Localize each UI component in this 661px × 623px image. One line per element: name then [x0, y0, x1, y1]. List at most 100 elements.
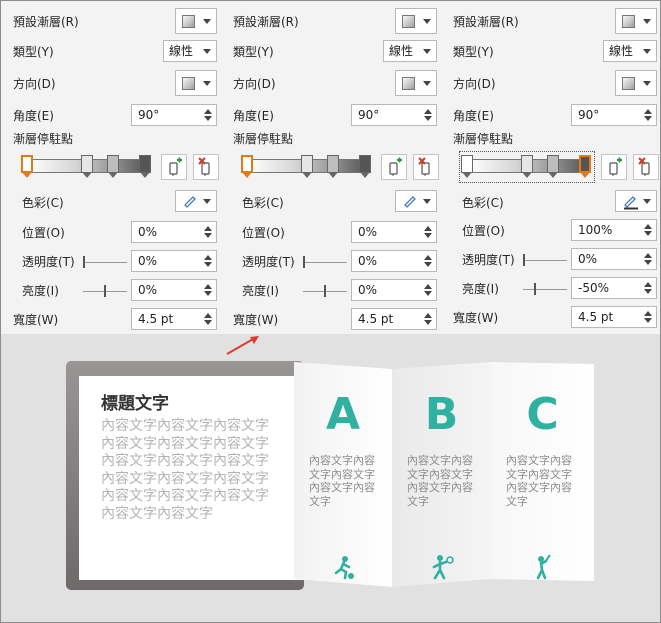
gradient-stop-1[interactable]: [461, 155, 473, 179]
gradient-stop-1[interactable]: [241, 155, 253, 179]
add-gradient-stop-button[interactable]: [601, 154, 627, 180]
slider-thumb[interactable]: [303, 256, 305, 268]
add-gradient-stop-button[interactable]: [381, 154, 407, 180]
color-picker-button[interactable]: [395, 190, 437, 212]
slider-thumb[interactable]: [104, 285, 106, 297]
type-select[interactable]: 線性: [383, 40, 437, 62]
spin-down-icon[interactable]: [204, 320, 212, 325]
direction-button[interactable]: [175, 70, 217, 96]
spin-up-icon[interactable]: [644, 253, 652, 258]
angle-input[interactable]: 90°: [351, 104, 437, 126]
color-picker-button[interactable]: [175, 190, 217, 212]
brightness-input[interactable]: 0%: [131, 279, 217, 301]
spin-up-icon[interactable]: [204, 109, 212, 114]
brightness-slider[interactable]: [303, 285, 347, 297]
spin-down-icon[interactable]: [644, 260, 652, 265]
spin-up-icon[interactable]: [204, 255, 212, 260]
width-input[interactable]: 4.5 pt: [571, 306, 657, 328]
direction-swatch-icon: [182, 76, 195, 90]
slider-thumb[interactable]: [324, 285, 326, 297]
gradient-stop-3[interactable]: [107, 155, 119, 179]
gradient-stops-track[interactable]: [21, 153, 153, 181]
spin-down-icon[interactable]: [644, 231, 652, 236]
spin-up-icon[interactable]: [424, 109, 432, 114]
angle-input[interactable]: 90°: [131, 104, 217, 126]
spin-up-icon[interactable]: [424, 226, 432, 231]
preset-gradient-button[interactable]: [175, 8, 217, 34]
spin-up-icon[interactable]: [644, 224, 652, 229]
gradient-stops-track[interactable]: [241, 153, 373, 181]
spin-up-icon[interactable]: [204, 313, 212, 318]
color-label: 色彩(C): [242, 195, 284, 210]
type-row: 類型(Y): [453, 40, 494, 62]
spin-up-icon[interactable]: [644, 109, 652, 114]
dropdown-arrow-icon: [643, 49, 651, 54]
brightness-input[interactable]: 0%: [351, 279, 437, 301]
transparency-slider[interactable]: [523, 254, 567, 266]
spin-down-icon[interactable]: [644, 318, 652, 323]
gradient-stop-2[interactable]: [521, 155, 533, 179]
gradient-stop-1[interactable]: [21, 155, 33, 179]
transparency-input[interactable]: 0%: [571, 248, 657, 270]
spin-up-icon[interactable]: [424, 313, 432, 318]
angle-label: 角度(E): [453, 108, 494, 123]
spin-down-icon[interactable]: [204, 233, 212, 238]
type-select[interactable]: 線性: [603, 40, 657, 62]
position-input[interactable]: 0%: [131, 221, 217, 243]
remove-gradient-stop-button[interactable]: [633, 154, 659, 180]
gradient-stop-4[interactable]: [579, 155, 591, 179]
width-input[interactable]: 4.5 pt: [351, 308, 437, 330]
brightness-input[interactable]: -50%: [571, 277, 657, 299]
angle-input[interactable]: 90°: [571, 104, 657, 126]
brightness-slider[interactable]: [523, 283, 567, 295]
width-label: 寬度(W): [453, 310, 499, 325]
spin-down-icon[interactable]: [424, 233, 432, 238]
spin-down-icon[interactable]: [644, 289, 652, 294]
width-input[interactable]: 4.5 pt: [131, 308, 217, 330]
gradient-stop-2[interactable]: [301, 155, 313, 179]
transparency-slider[interactable]: [303, 256, 347, 268]
gradient-swatch-icon: [182, 14, 195, 28]
direction-button[interactable]: [615, 70, 657, 96]
spin-up-icon[interactable]: [204, 226, 212, 231]
spin-up-icon[interactable]: [424, 255, 432, 260]
gradient-stops-track[interactable]: [459, 151, 595, 183]
add-gradient-stop-button[interactable]: [161, 154, 187, 180]
spin-down-icon[interactable]: [644, 116, 652, 121]
spin-down-icon[interactable]: [204, 262, 212, 267]
direction-button[interactable]: [395, 70, 437, 96]
slider-thumb[interactable]: [534, 283, 536, 295]
slider-thumb[interactable]: [83, 256, 85, 268]
type-value: 線性: [389, 44, 414, 58]
type-select[interactable]: 線性: [163, 40, 217, 62]
preset-gradient-button[interactable]: [395, 8, 437, 34]
gradient-stop-3[interactable]: [547, 155, 559, 179]
spin-down-icon[interactable]: [204, 291, 212, 296]
spin-down-icon[interactable]: [424, 262, 432, 267]
gradient-stop-4[interactable]: [359, 155, 371, 179]
preset-gradient-button[interactable]: [615, 8, 657, 34]
position-input[interactable]: 0%: [351, 221, 437, 243]
gradient-stop-4[interactable]: [139, 155, 151, 179]
position-input[interactable]: 100%: [571, 219, 657, 241]
transparency-input[interactable]: 0%: [131, 250, 217, 272]
spin-up-icon[interactable]: [424, 284, 432, 289]
spin-up-icon[interactable]: [644, 311, 652, 316]
transparency-input[interactable]: 0%: [351, 250, 437, 272]
color-picker-button[interactable]: [615, 190, 657, 212]
spin-up-icon[interactable]: [204, 284, 212, 289]
angle-row: 角度(E): [13, 104, 54, 126]
spin-down-icon[interactable]: [204, 116, 212, 121]
type-row: 類型(Y): [13, 40, 54, 62]
gradient-stop-2[interactable]: [81, 155, 93, 179]
spin-down-icon[interactable]: [424, 320, 432, 325]
remove-gradient-stop-button[interactable]: [413, 154, 439, 180]
spin-down-icon[interactable]: [424, 116, 432, 121]
spin-up-icon[interactable]: [644, 282, 652, 287]
spin-down-icon[interactable]: [424, 291, 432, 296]
brightness-slider[interactable]: [83, 285, 127, 297]
slider-thumb[interactable]: [523, 254, 525, 266]
gradient-stop-3[interactable]: [327, 155, 339, 179]
remove-gradient-stop-button[interactable]: [193, 154, 219, 180]
transparency-slider[interactable]: [83, 256, 127, 268]
